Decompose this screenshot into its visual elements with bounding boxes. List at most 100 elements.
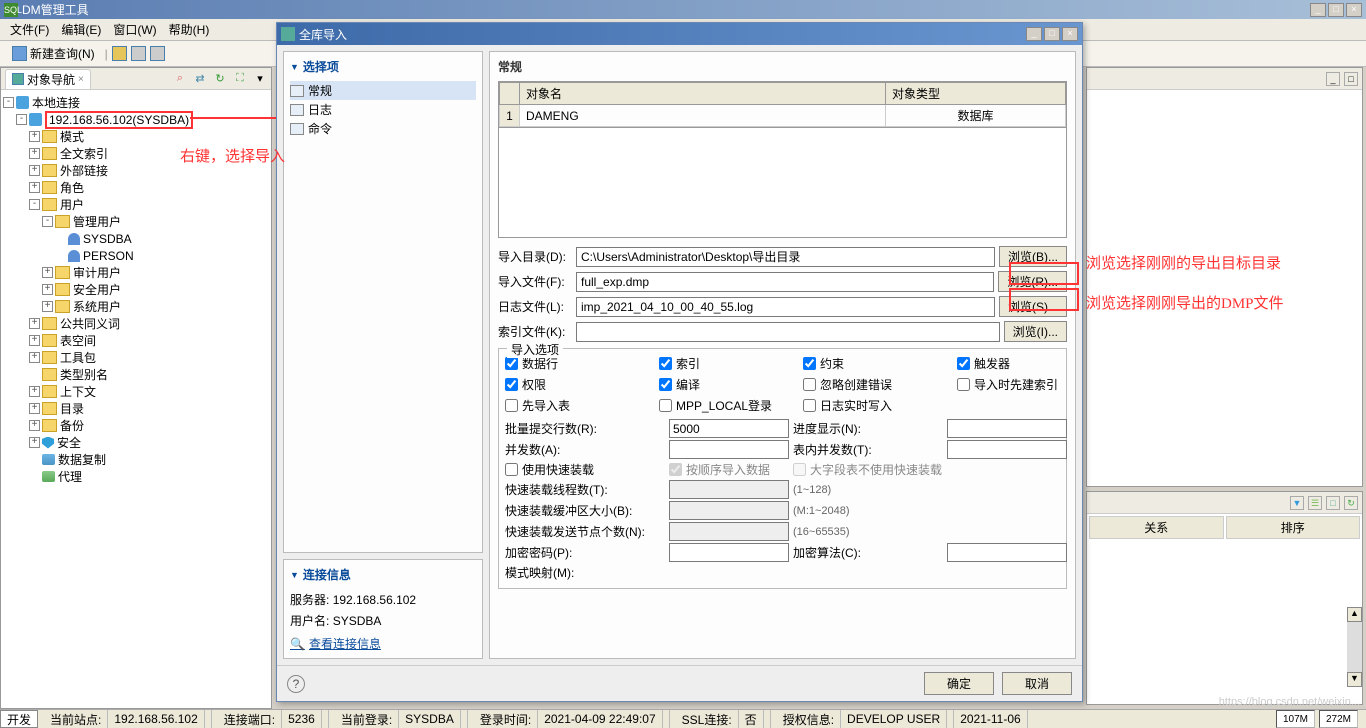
tree-sysdba[interactable]: SYSDBA — [83, 232, 132, 246]
view-conn-link[interactable]: 🔍查看连接信息 — [290, 635, 476, 652]
minimize-button[interactable]: _ — [1310, 3, 1326, 17]
chk-constraint[interactable]: 约束 — [803, 355, 953, 372]
chk-index[interactable]: 索引 — [659, 355, 799, 372]
tree-schema[interactable]: 模式 — [60, 128, 84, 145]
folder-icon — [42, 368, 57, 381]
importfile-input[interactable] — [576, 272, 994, 292]
server-icon — [29, 113, 42, 126]
find-icon[interactable]: ⌕ — [173, 72, 187, 86]
chk-priv[interactable]: 权限 — [505, 376, 655, 393]
opt-log[interactable]: 日志 — [290, 100, 476, 119]
chk-trigger[interactable]: 触发器 — [957, 355, 1076, 372]
minimize-icon[interactable]: _ — [1326, 72, 1340, 86]
logfile-input[interactable] — [576, 297, 995, 317]
chk-logrealtime[interactable]: 日志实时写入 — [803, 397, 953, 414]
tree-user[interactable]: 用户 — [60, 196, 84, 213]
concur-input[interactable] — [669, 440, 789, 459]
dialog-minimize[interactable]: _ — [1026, 27, 1042, 41]
cell-objtype[interactable]: 数据库 — [886, 105, 1066, 127]
user-icon — [68, 233, 80, 245]
server-label: 服务器: — [290, 593, 329, 607]
tool-icon-1[interactable] — [112, 46, 127, 61]
tree-toolkit[interactable]: 工具包 — [60, 349, 96, 366]
tree-security[interactable]: 安全 — [57, 434, 81, 451]
chk-fastload[interactable]: 使用快速装载 — [505, 461, 665, 478]
cell-objname[interactable]: DAMENG — [520, 105, 886, 127]
refresh-icon[interactable]: ↻ — [213, 72, 227, 86]
ok-button[interactable]: 确定 — [924, 672, 994, 695]
menu-file[interactable]: 文件(F) — [4, 19, 55, 40]
tree-typealias[interactable]: 类型别名 — [60, 366, 108, 383]
object-nav-tab[interactable]: 对象导航 × — [5, 69, 91, 89]
indexfile-input[interactable] — [576, 322, 1000, 342]
folder-icon — [55, 266, 70, 279]
tree-context[interactable]: 上下文 — [60, 383, 96, 400]
dialog-close[interactable]: × — [1062, 27, 1078, 41]
menu-edit[interactable]: 编辑(E) — [55, 19, 107, 40]
tree-fulltext[interactable]: 全文索引 — [60, 145, 108, 162]
tree-icon[interactable]: ☰ — [1308, 496, 1322, 510]
encalg-input[interactable] — [947, 543, 1067, 562]
maximize-button[interactable]: □ — [1328, 3, 1344, 17]
sql-icon[interactable]: □ — [1326, 496, 1340, 510]
progress-input[interactable] — [947, 419, 1067, 438]
link-icon[interactable]: ⇄ — [193, 72, 207, 86]
chk-mpplocal[interactable]: MPP_LOCAL登录 — [659, 397, 799, 414]
close-tab-icon[interactable]: × — [78, 74, 84, 85]
menu-icon[interactable]: ▾ — [253, 72, 267, 86]
tool-icon-3[interactable] — [150, 46, 165, 61]
encpwd-label: 加密密码(P): — [505, 544, 665, 561]
tree-role[interactable]: 角色 — [60, 179, 84, 196]
tree-synonym[interactable]: 公共同义词 — [60, 315, 120, 332]
chk-compile[interactable]: 编译 — [659, 376, 799, 393]
tree-connection[interactable]: 192.168.56.102(SYSDBA) — [45, 111, 193, 129]
tree-mgmt-user[interactable]: 管理用户 — [73, 213, 121, 230]
opt-general[interactable]: 常规 — [290, 81, 476, 100]
tool-icon-2[interactable] — [131, 46, 146, 61]
browse-index-button[interactable]: 浏览(I)... — [1004, 321, 1067, 342]
tree-dir[interactable]: 目录 — [60, 400, 84, 417]
encpwd-input[interactable] — [669, 543, 789, 562]
tree-tablespace[interactable]: 表空间 — [60, 332, 96, 349]
folder-icon — [42, 334, 57, 347]
scrollbar[interactable]: ▲ ▼ — [1347, 607, 1363, 687]
tree-replication[interactable]: 数据复制 — [58, 451, 106, 468]
help-button[interactable]: ? — [287, 675, 305, 693]
status-auth: 授权信息:DEVELOP USER — [771, 710, 955, 728]
chk-ignoreerr[interactable]: 忽略创建错误 — [803, 376, 953, 393]
tree-extlink[interactable]: 外部链接 — [60, 162, 108, 179]
tree-sec-user[interactable]: 安全用户 — [73, 281, 121, 298]
tree-person[interactable]: PERSON — [83, 249, 134, 263]
cancel-button[interactable]: 取消 — [1002, 672, 1072, 695]
menu-window[interactable]: 窗口(W) — [107, 19, 162, 40]
tree-audit-user[interactable]: 审计用户 — [73, 264, 121, 281]
status-expire: 2021-11-06 — [954, 710, 1028, 728]
chk-buildidx[interactable]: 导入时先建索引 — [957, 376, 1076, 393]
status-port: 连接端口:5236 — [212, 710, 329, 728]
browse-dir-button[interactable]: 浏览(B)... — [999, 246, 1067, 267]
dialog-maximize[interactable]: □ — [1044, 27, 1060, 41]
close-button[interactable]: × — [1346, 3, 1362, 17]
import-dialog: 全库导入 _ □ × 选择项 常规 日志 命令 连接信息 服务器: 192.16… — [276, 22, 1083, 702]
browse-log-button[interactable]: 浏览(S)... — [999, 296, 1067, 317]
object-tree[interactable]: -本地连接 -192.168.56.102(SYSDBA) +模式 +全文索引 … — [1, 90, 271, 708]
new-query-button[interactable]: 新建查询(N) — [6, 43, 101, 64]
maximize-icon[interactable]: □ — [1344, 72, 1358, 86]
fastnode-label: 快速装载发送节点个数(N): — [505, 523, 665, 540]
tree-sys-user[interactable]: 系统用户 — [73, 298, 121, 315]
nav-icon — [12, 73, 24, 85]
folder-icon — [42, 181, 57, 194]
tree-root[interactable]: 本地连接 — [32, 94, 80, 111]
tree-agent[interactable]: 代理 — [58, 468, 82, 485]
expand-icon[interactable]: ⛶ — [233, 72, 247, 86]
chk-preimport[interactable]: 先导入表 — [505, 397, 655, 414]
browse-file-button[interactable]: 浏览(R)... — [998, 271, 1067, 292]
refresh-icon[interactable]: ↻ — [1344, 496, 1358, 510]
opt-cmd[interactable]: 命令 — [290, 119, 476, 138]
importdir-input[interactable] — [576, 247, 995, 267]
tableconc-input[interactable] — [947, 440, 1067, 459]
filter-icon[interactable]: ▼ — [1290, 496, 1304, 510]
batchrows-input[interactable] — [669, 419, 789, 438]
tree-backup[interactable]: 备份 — [60, 417, 84, 434]
menu-help[interactable]: 帮助(H) — [163, 19, 216, 40]
